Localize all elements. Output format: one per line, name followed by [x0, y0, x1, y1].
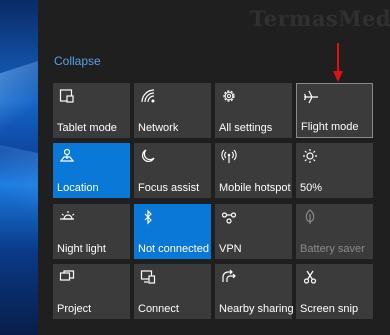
tile-location[interactable]: Location — [53, 143, 130, 198]
airplane-icon — [303, 89, 319, 105]
tile-label: Focus assist — [138, 182, 200, 194]
network-icon — [140, 88, 156, 104]
tile-label: Location — [57, 182, 99, 194]
desktop-wallpaper — [0, 0, 38, 335]
tile-mobile-hotspot[interactable]: Mobile hotspot — [215, 143, 292, 198]
tile-night-light[interactable]: Night light — [53, 204, 130, 259]
watermark: TermasMedia — [250, 6, 390, 31]
tile-all-settings[interactable]: All settings — [215, 83, 292, 138]
tile-brightness[interactable]: 50% — [296, 143, 373, 198]
night-light-icon — [59, 209, 75, 225]
connect-icon — [140, 269, 156, 285]
tile-label: Mobile hotspot — [219, 182, 291, 194]
tile-label: Night light — [57, 243, 106, 255]
tile-nearby-sharing[interactable]: Nearby sharing — [215, 264, 294, 319]
tile-connect[interactable]: Connect — [134, 264, 211, 319]
project-icon — [59, 269, 75, 285]
brightness-icon — [302, 148, 318, 164]
location-icon — [59, 148, 75, 164]
leaf-icon — [302, 209, 318, 225]
tile-label: Battery saver — [300, 243, 365, 255]
vpn-icon — [221, 209, 237, 225]
red-arrow-annotation — [333, 43, 343, 82]
collapse-link[interactable]: Collapse — [54, 54, 101, 68]
tile-label: Project — [57, 303, 92, 315]
tile-flight-mode[interactable]: Flight mode — [296, 83, 373, 138]
tile-label: 50% — [300, 182, 323, 194]
screen-snip-icon — [302, 269, 318, 285]
tile-project[interactable]: Project — [53, 264, 130, 319]
tile-label: Nearby sharing — [219, 303, 294, 315]
tile-battery-saver[interactable]: Battery saver — [296, 204, 373, 259]
tile-label: All settings — [219, 122, 273, 134]
tile-label: Flight mode — [301, 121, 359, 133]
share-icon — [221, 269, 237, 285]
tile-label: Tablet mode — [57, 122, 117, 134]
tile-label: VPN — [219, 243, 242, 255]
tile-screen-snip[interactable]: Screen snip — [296, 264, 373, 319]
tile-label: Network — [138, 122, 179, 134]
tile-label: Screen snip — [300, 303, 359, 315]
tile-network[interactable]: Network — [134, 83, 211, 138]
tile-label: Connect — [138, 303, 179, 315]
tablet-mode-icon — [59, 88, 75, 104]
tile-focus-assist[interactable]: Focus assist — [134, 143, 211, 198]
tile-vpn[interactable]: VPN — [215, 204, 292, 259]
tile-label: Not connected — [138, 243, 209, 255]
moon-icon — [140, 148, 156, 164]
gear-icon — [221, 88, 237, 104]
tile-bluetooth[interactable]: Not connected — [134, 204, 211, 259]
bluetooth-icon — [140, 209, 156, 225]
hotspot-icon — [221, 148, 237, 164]
tile-tablet-mode[interactable]: Tablet mode — [53, 83, 130, 138]
